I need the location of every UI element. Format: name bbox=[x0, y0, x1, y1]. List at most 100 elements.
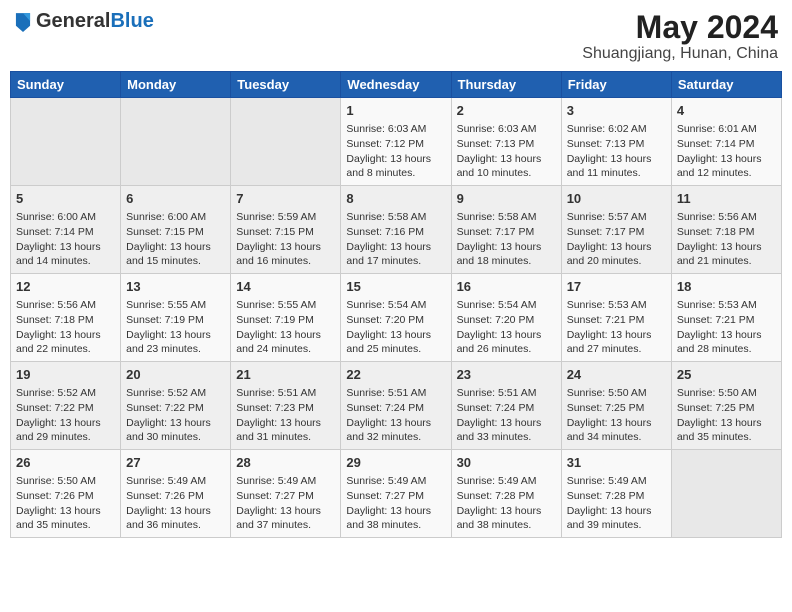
sunset-info: Sunset: 7:21 PM bbox=[567, 313, 666, 328]
week-row-5: 26Sunrise: 5:50 AMSunset: 7:26 PMDayligh… bbox=[11, 449, 782, 537]
sunrise-info: Sunrise: 5:55 AM bbox=[126, 298, 225, 313]
calendar-cell: 7Sunrise: 5:59 AMSunset: 7:15 PMDaylight… bbox=[231, 186, 341, 274]
calendar-cell: 11Sunrise: 5:56 AMSunset: 7:18 PMDayligh… bbox=[671, 186, 781, 274]
logo-general: General bbox=[36, 10, 110, 32]
day-number: 18 bbox=[677, 278, 776, 296]
calendar-cell: 6Sunrise: 6:00 AMSunset: 7:15 PMDaylight… bbox=[121, 186, 231, 274]
calendar-cell bbox=[671, 449, 781, 537]
sunset-info: Sunset: 7:28 PM bbox=[457, 489, 556, 504]
daylight-info: Daylight: 13 hours and 28 minutes. bbox=[677, 328, 776, 357]
day-number: 22 bbox=[346, 366, 445, 384]
sunrise-info: Sunrise: 5:49 AM bbox=[567, 474, 666, 489]
sunrise-info: Sunrise: 6:03 AM bbox=[457, 122, 556, 137]
day-number: 15 bbox=[346, 278, 445, 296]
sunset-info: Sunset: 7:19 PM bbox=[236, 313, 335, 328]
calendar-cell: 22Sunrise: 5:51 AMSunset: 7:24 PMDayligh… bbox=[341, 362, 451, 450]
sunset-info: Sunset: 7:26 PM bbox=[126, 489, 225, 504]
sunset-info: Sunset: 7:19 PM bbox=[126, 313, 225, 328]
week-row-1: 1Sunrise: 6:03 AMSunset: 7:12 PMDaylight… bbox=[11, 98, 782, 186]
day-number: 6 bbox=[126, 190, 225, 208]
sunset-info: Sunset: 7:14 PM bbox=[677, 137, 776, 152]
daylight-info: Daylight: 13 hours and 25 minutes. bbox=[346, 328, 445, 357]
daylight-info: Daylight: 13 hours and 36 minutes. bbox=[126, 504, 225, 533]
sunset-info: Sunset: 7:22 PM bbox=[126, 401, 225, 416]
sunrise-info: Sunrise: 5:51 AM bbox=[236, 386, 335, 401]
daylight-info: Daylight: 13 hours and 14 minutes. bbox=[16, 240, 115, 269]
sunrise-info: Sunrise: 5:58 AM bbox=[457, 210, 556, 225]
day-number: 29 bbox=[346, 454, 445, 472]
logo: GeneralBlue bbox=[14, 10, 154, 32]
logo-blue: Blue bbox=[110, 10, 153, 32]
sunrise-info: Sunrise: 5:49 AM bbox=[236, 474, 335, 489]
calendar-cell: 19Sunrise: 5:52 AMSunset: 7:22 PMDayligh… bbox=[11, 362, 121, 450]
day-number: 5 bbox=[16, 190, 115, 208]
sunrise-info: Sunrise: 5:51 AM bbox=[457, 386, 556, 401]
sunrise-info: Sunrise: 6:02 AM bbox=[567, 122, 666, 137]
calendar-cell: 13Sunrise: 5:55 AMSunset: 7:19 PMDayligh… bbox=[121, 274, 231, 362]
sunrise-info: Sunrise: 5:52 AM bbox=[16, 386, 115, 401]
daylight-info: Daylight: 13 hours and 21 minutes. bbox=[677, 240, 776, 269]
calendar-location: Shuangjiang, Hunan, China bbox=[582, 45, 778, 63]
calendar-cell: 26Sunrise: 5:50 AMSunset: 7:26 PMDayligh… bbox=[11, 449, 121, 537]
daylight-info: Daylight: 13 hours and 37 minutes. bbox=[236, 504, 335, 533]
day-number: 4 bbox=[677, 102, 776, 120]
calendar-cell: 29Sunrise: 5:49 AMSunset: 7:27 PMDayligh… bbox=[341, 449, 451, 537]
sunrise-info: Sunrise: 6:00 AM bbox=[16, 210, 115, 225]
sunset-info: Sunset: 7:26 PM bbox=[16, 489, 115, 504]
calendar-cell: 5 Sunrise: 6:00 AMSunset: 7:14 PMDaylight… bbox=[11, 186, 121, 274]
weekday-header-sunday: Sunday bbox=[11, 72, 121, 98]
weekday-header-tuesday: Tuesday bbox=[231, 72, 341, 98]
sunset-info: Sunset: 7:23 PM bbox=[236, 401, 335, 416]
sunset-info: Sunset: 7:21 PM bbox=[677, 313, 776, 328]
day-number: 25 bbox=[677, 366, 776, 384]
sunset-info: Sunset: 7:18 PM bbox=[677, 225, 776, 240]
calendar-cell: 24Sunrise: 5:50 AMSunset: 7:25 PMDayligh… bbox=[561, 362, 671, 450]
daylight-info: Daylight: 13 hours and 26 minutes. bbox=[457, 328, 556, 357]
daylight-info: Daylight: 13 hours and 8 minutes. bbox=[346, 152, 445, 181]
daylight-info: Daylight: 13 hours and 32 minutes. bbox=[346, 416, 445, 445]
day-number: 3 bbox=[567, 102, 666, 120]
day-number: 16 bbox=[457, 278, 556, 296]
sunset-info: Sunset: 7:16 PM bbox=[346, 225, 445, 240]
day-number: 24 bbox=[567, 366, 666, 384]
daylight-info: Daylight: 13 hours and 22 minutes. bbox=[16, 328, 115, 357]
sunrise-info: Sunrise: 5:53 AM bbox=[677, 298, 776, 313]
calendar-cell: 14 Sunrise: 5:55 AMSunset: 7:19 PMDayligh… bbox=[231, 274, 341, 362]
calendar-cell bbox=[121, 98, 231, 186]
calendar-cell: 9Sunrise: 5:58 AMSunset: 7:17 PMDaylight… bbox=[451, 186, 561, 274]
calendar-cell: 12Sunrise: 5:56 AMSunset: 7:18 PMDayligh… bbox=[11, 274, 121, 362]
sunset-info: Sunset: 7:15 PM bbox=[126, 225, 225, 240]
day-number: 23 bbox=[457, 366, 556, 384]
week-row-3: 12Sunrise: 5:56 AMSunset: 7:18 PMDayligh… bbox=[11, 274, 782, 362]
sunset-info: Sunset: 7:14 PM bbox=[16, 225, 115, 240]
sunset-info: Sunset: 7:18 PM bbox=[16, 313, 115, 328]
sunrise-info: Sunrise: 6:01 AM bbox=[677, 122, 776, 137]
sunrise-info: Sunrise: 6:00 AM bbox=[126, 210, 225, 225]
calendar-cell: 3Sunrise: 6:02 AMSunset: 7:13 PMDaylight… bbox=[561, 98, 671, 186]
sunrise-info: Sunrise: 5:49 AM bbox=[346, 474, 445, 489]
weekday-header-thursday: Thursday bbox=[451, 72, 561, 98]
calendar-cell: 1Sunrise: 6:03 AMSunset: 7:12 PMDaylight… bbox=[341, 98, 451, 186]
sunrise-info: Sunrise: 5:56 AM bbox=[16, 298, 115, 313]
calendar-cell: 10Sunrise: 5:57 AMSunset: 7:17 PMDayligh… bbox=[561, 186, 671, 274]
day-number: 7 bbox=[236, 190, 335, 208]
sunrise-info: Sunrise: 5:55 AM bbox=[236, 298, 335, 313]
calendar-cell: 21Sunrise: 5:51 AMSunset: 7:23 PMDayligh… bbox=[231, 362, 341, 450]
sunrise-info: Sunrise: 5:50 AM bbox=[567, 386, 666, 401]
calendar-cell: 4Sunrise: 6:01 AMSunset: 7:14 PMDaylight… bbox=[671, 98, 781, 186]
sunrise-info: Sunrise: 5:56 AM bbox=[677, 210, 776, 225]
sunrise-info: Sunrise: 5:53 AM bbox=[567, 298, 666, 313]
day-number: 31 bbox=[567, 454, 666, 472]
weekday-header-row: SundayMondayTuesdayWednesdayThursdayFrid… bbox=[11, 72, 782, 98]
daylight-info: Daylight: 13 hours and 16 minutes. bbox=[236, 240, 335, 269]
sunrise-info: Sunrise: 5:54 AM bbox=[457, 298, 556, 313]
calendar-cell: 30Sunrise: 5:49 AMSunset: 7:28 PMDayligh… bbox=[451, 449, 561, 537]
sunset-info: Sunset: 7:24 PM bbox=[457, 401, 556, 416]
day-number: 14 bbox=[236, 278, 335, 296]
weekday-header-wednesday: Wednesday bbox=[341, 72, 451, 98]
sunrise-info: Sunrise: 5:57 AM bbox=[567, 210, 666, 225]
day-number: 26 bbox=[16, 454, 115, 472]
calendar-cell: 8Sunrise: 5:58 AMSunset: 7:16 PMDaylight… bbox=[341, 186, 451, 274]
daylight-info: Daylight: 13 hours and 24 minutes. bbox=[236, 328, 335, 357]
daylight-info: Daylight: 13 hours and 18 minutes. bbox=[457, 240, 556, 269]
